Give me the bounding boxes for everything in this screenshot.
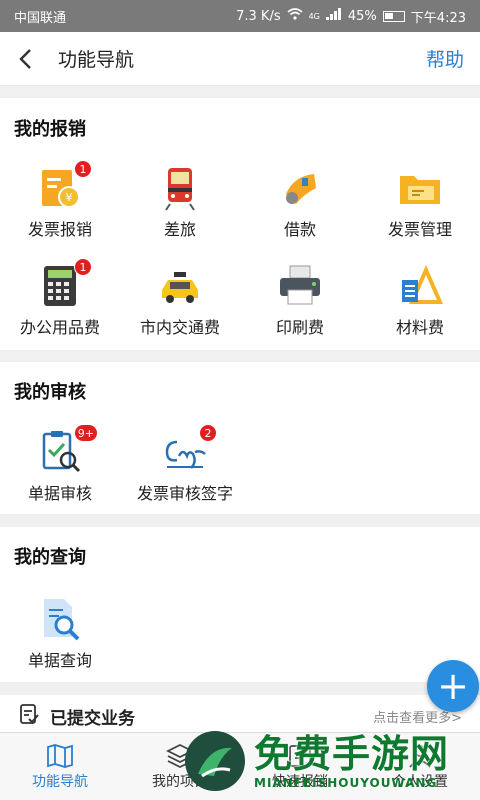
page-title: 功能导航 [58,49,135,71]
query-title: 我的查询 [14,547,86,568]
submitted-list-icon [18,703,40,729]
audit-item-invoice-sign[interactable]: 2 发票审核签字 [120,424,250,504]
signature-icon: 2 [161,424,217,476]
map-icon [47,743,73,768]
invoice-icon: ¥ 1 [36,160,92,212]
nav-bar: 功能导航 帮助 [0,32,480,86]
tab-quick-reimburse[interactable]: 快速报销 [240,733,360,800]
signal-icon [325,8,342,24]
person-icon [409,744,431,768]
taxi-label: 市内交通费 [139,318,220,337]
query-documents-label: 单据查询 [27,651,92,670]
query-section: 我的查询 单据查询 [0,527,480,682]
submitted-section[interactable]: 已提交业务 点击查看更多> [0,695,480,737]
print-label: 印刷费 [275,318,324,337]
invoice-sign-label: 发票审核签字 [136,484,233,503]
reimburse-title: 我的报销 [14,119,86,140]
document-search-icon [36,595,84,643]
reimburse-item-loan[interactable]: 借款 [240,164,360,240]
status-indicators: 7.3 K/s 4G 45% 下午4:23 [236,7,466,26]
status-bar: 中国联通 7.3 K/s 4G 45% 下午4:23 [0,0,480,32]
taxi-icon [156,262,204,310]
network-type: 4G [308,11,320,21]
tab-projects-label: 我的项目 [152,773,208,790]
audit-documents-badge: 9+ [73,424,98,442]
tab-projects[interactable]: 我的项目 [120,733,240,800]
reimburse-item-invoice[interactable]: ¥ 1 发票报销 [0,160,120,240]
reimburse-item-office[interactable]: 1 办公用品费 [0,258,120,338]
battery-icon [382,10,405,22]
tab-navigation-label: 功能导航 [32,773,88,790]
materials-icon [396,262,444,310]
tab-quick-reimburse-label: 快速报销 [272,773,328,790]
reimburse-item-invoice-manage[interactable]: 发票管理 [360,164,480,240]
invoice-sign-badge: 2 [199,424,217,442]
help-button[interactable]: 帮助 [426,45,464,72]
reimburse-item-print[interactable]: 印刷费 [240,262,360,338]
tab-settings[interactable]: 个人设置 [360,733,480,800]
carrier-label: 中国联通 [14,10,67,26]
invoice-manage-label: 发票管理 [387,220,452,239]
folder-icon [396,164,444,212]
travel-label: 差旅 [163,220,196,239]
network-speed: 7.3 K/s [236,8,281,24]
reimburse-item-materials[interactable]: 材料费 [360,262,480,338]
audit-documents-label: 单据审核 [27,484,92,503]
audit-item-documents[interactable]: 9+ 单据审核 [0,424,120,504]
office-label: 办公用品费 [19,318,100,337]
clock: 下午4:23 [410,10,466,26]
back-arrow-icon[interactable] [16,45,44,73]
invoice-label: 发票报销 [27,220,92,239]
reimburse-item-travel[interactable]: 差旅 [120,164,240,240]
query-item-documents[interactable]: 单据查询 [0,595,120,671]
reimburse-item-taxi[interactable]: 市内交通费 [120,262,240,338]
submitted-title: 已提交业务 [50,708,135,729]
add-button[interactable]: + [427,660,479,712]
tab-settings-label: 个人设置 [392,773,448,790]
tab-navigation[interactable]: 功能导航 [0,733,120,800]
office-badge: 1 [74,258,92,276]
printer-icon [276,262,324,310]
quick-reimburse-icon [289,744,311,767]
svg-text:¥: ¥ [66,191,73,204]
battery-percent: 45% [347,8,377,24]
materials-label: 材料费 [395,318,444,337]
reimburse-section: 我的报销 ¥ 1 发票报销 差旅 借款 发票管理 1 办公用品费 市内交通费 印… [0,98,480,350]
calculator-icon: 1 [36,258,92,310]
wifi-icon [287,8,303,24]
bottom-tab-bar: 功能导航 我的项目 快速报销 个人设置 [0,732,480,800]
loan-label: 借款 [283,220,316,239]
layers-icon [166,743,194,768]
loan-icon [276,164,324,212]
clipboard-check-icon: 9+ [36,424,98,476]
invoice-badge: 1 [74,160,92,178]
train-icon [156,164,204,212]
audit-section: 我的审核 9+ 单据审核 2 发票审核签字 [0,362,480,514]
audit-title: 我的审核 [14,382,86,403]
